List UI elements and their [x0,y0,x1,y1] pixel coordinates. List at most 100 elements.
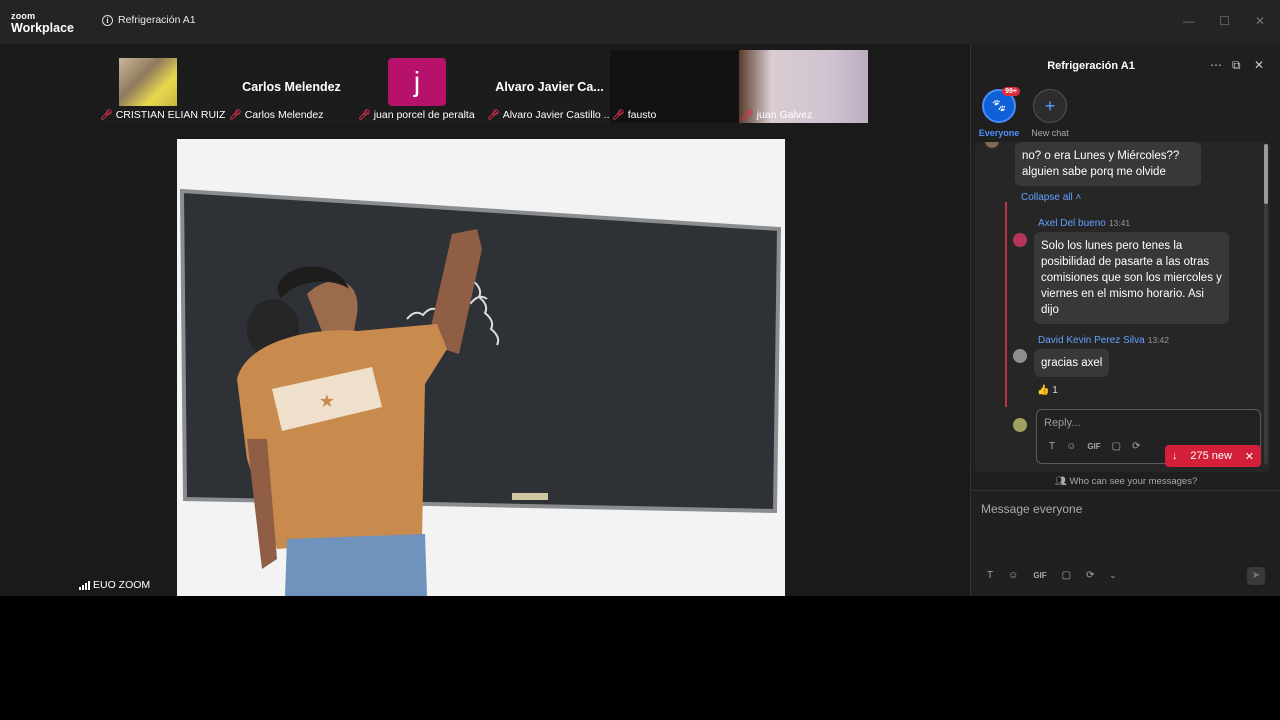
message-sender: Axel Del bueno 13:41 [1038,218,1130,229]
participant-name: Carlos Melendez [244,109,324,121]
connection-indicator[interactable]: EUO ZOOM [79,579,150,591]
participant-tile[interactable]: Alvaro Javier Ca... 🎤︎ Alvaro Javier Cas… [485,50,614,123]
file-icon[interactable]: ▢ [1112,441,1121,452]
participant-tile[interactable]: 🎤︎ juan Galvez [739,50,868,123]
avatar [1013,233,1027,247]
avatar [1013,418,1027,432]
participant-name: fausto [627,109,657,121]
message-time: 13:42 [1147,335,1169,345]
close-window-button[interactable]: ✕ [1255,14,1265,28]
participant-display-name: Alvaro Javier Ca... [495,80,604,94]
emoji-icon[interactable]: ☺ [1066,441,1076,452]
participant-tile[interactable]: 🎤︎ fausto [610,50,739,123]
channel-everyone[interactable]: 🐾︎ 99+ Everyone [976,87,1022,138]
reaction-count: 1 [1052,385,1058,396]
channel-label: New chat [1031,128,1069,138]
participant-name: juan Galvez [756,109,813,121]
file-icon[interactable]: ▢ [1062,570,1071,581]
participant-name: Alvaro Javier Castillo ... [502,109,612,121]
collapse-all-button[interactable]: Collapse all ˄ [1021,192,1081,203]
message-bubble[interactable]: gracias axel [1034,349,1110,377]
dismiss-icon[interactable]: ✕ [1245,450,1254,463]
teacher-at-blackboard-video: ★ [177,139,785,596]
svg-text:★: ★ [319,391,335,411]
scrollbar-thumb[interactable] [1264,144,1268,204]
mic-muted-icon: 🎤︎ [100,109,113,121]
emoji-icon[interactable]: ☺ [1008,570,1018,581]
meeting-title: Refrigeración A1 [118,14,196,26]
mic-muted-icon: 🎤︎ [358,109,371,121]
channel-label: Everyone [978,128,1020,138]
participant-namebar: 🎤︎ juan porcel de peralta [358,109,475,121]
send-icon[interactable]: ➤ [1247,567,1265,585]
zoom-logo: zoom Workplace [11,12,74,35]
participant-name: juan porcel de peralta [373,109,475,121]
unread-badge: 99+ [1002,87,1020,96]
collapse-label: Collapse all [1021,192,1073,203]
signal-strength-icon [79,580,90,590]
participant-namebar: 🎤︎ CRISTIAN ELIAN RUIZ [100,109,225,121]
connection-label: EUO ZOOM [93,579,151,591]
participant-initial-avatar: j [388,58,446,106]
reaction-thumbs-up[interactable]: 👍 1 [1037,385,1058,396]
who-can-see-link[interactable]: 👥︎ Who can see your messages? [971,476,1280,487]
chat-panel: Refrigeración A1 ⋯ ⧉ ✕ 🐾︎ 99+ Everyone +… [970,44,1280,596]
new-messages-count: 275 new [1190,450,1232,462]
avatar [985,142,999,148]
title-bar: zoom Workplace i Refrigeración A1 — ☐ ✕ [0,0,1280,44]
chat-thread: no? o era Lunes y Miércoles?? alguien sa… [975,142,1270,472]
close-chat-icon[interactable]: ✕ [1254,58,1264,72]
participant-namebar: 🎤︎ juan Galvez [741,109,812,121]
participant-photo [119,58,177,106]
main-video[interactable]: ★ [177,139,785,596]
info-icon: i [102,14,113,26]
avatar [1013,349,1027,363]
new-chat-button[interactable]: + New chat [1027,89,1073,138]
mic-muted-icon: 🎤︎ [229,109,242,121]
paw-icon: 🐾︎ [990,98,1008,113]
chat-title: Refrigeración A1 [1047,60,1135,72]
gif-icon[interactable]: GIF [1033,571,1046,580]
reply-placeholder: Reply... [1044,417,1081,429]
screenshot-icon[interactable]: ⟳ [1132,441,1140,452]
participant-namebar: 🎤︎ Carlos Melendez [229,109,324,121]
mic-muted-icon: 🎤︎ [612,109,625,121]
participant-tile[interactable]: 🎤︎ CRISTIAN ELIAN RUIZ [98,50,227,123]
compose-placeholder: Message everyone [981,502,1083,516]
pop-out-icon[interactable]: ⧉ [1232,58,1241,73]
maximize-button[interactable]: ☐ [1219,14,1230,28]
screenshot-icon[interactable]: ⟳ [1086,570,1094,581]
message-bubble[interactable]: Solo los lunes pero tenes la posibilidad… [1034,232,1229,324]
participant-namebar: 🎤︎ fausto [612,109,656,121]
participant-name: CRISTIAN ELIAN RUIZ [115,109,225,121]
message-bubble[interactable]: no? o era Lunes y Miércoles?? alguien sa… [1015,142,1201,186]
meeting-info[interactable]: i Refrigeración A1 [102,14,196,26]
who-can-see-text: Who can see your messages? [1069,476,1198,487]
gif-icon[interactable]: GIF [1087,442,1100,451]
thumbs-up-icon: 👍 [1037,385,1050,396]
mic-muted-icon: 🎤︎ [741,109,754,121]
thread-line [1005,202,1007,407]
participant-tile[interactable]: Carlos Melendez 🎤︎ Carlos Melendez [227,50,356,123]
bottom-letterbox [0,596,1280,720]
new-messages-button[interactable]: ↓ 275 new ✕ [1165,445,1261,467]
logo-text-top: zoom [11,11,36,21]
mic-muted-icon: 🎤︎ [487,109,500,121]
message-time: 13:41 [1108,218,1131,228]
people-icon: 👥︎ [1054,476,1067,487]
plus-icon: + [1033,89,1067,123]
meeting-area: 🎤︎ CRISTIAN ELIAN RUIZ Carlos Melendez 🎤… [0,44,970,596]
logo-text-bottom: Workplace [11,21,74,35]
more-options-icon[interactable]: ⋯ [1210,58,1222,72]
chevron-down-icon[interactable]: ⌄ [1110,571,1117,580]
text-format-icon[interactable]: T [1049,441,1055,452]
participant-namebar: 🎤︎ Alvaro Javier Castillo ... [487,109,612,121]
participant-display-name: Carlos Melendez [242,80,341,94]
message-composer[interactable]: Message everyone T ☺ GIF ▢ ⟳ ⌄ ➤ [971,490,1280,596]
text-format-icon[interactable]: T [987,570,993,581]
arrow-down-icon: ↓ [1172,450,1178,462]
participant-tile[interactable]: j 🎤︎ juan porcel de peralta [356,50,485,123]
minimize-button[interactable]: — [1183,14,1195,28]
message-sender: David Kevin Perez Silva 13:42 [1038,335,1169,346]
everyone-channel-avatar: 🐾︎ 99+ [982,87,1020,123]
